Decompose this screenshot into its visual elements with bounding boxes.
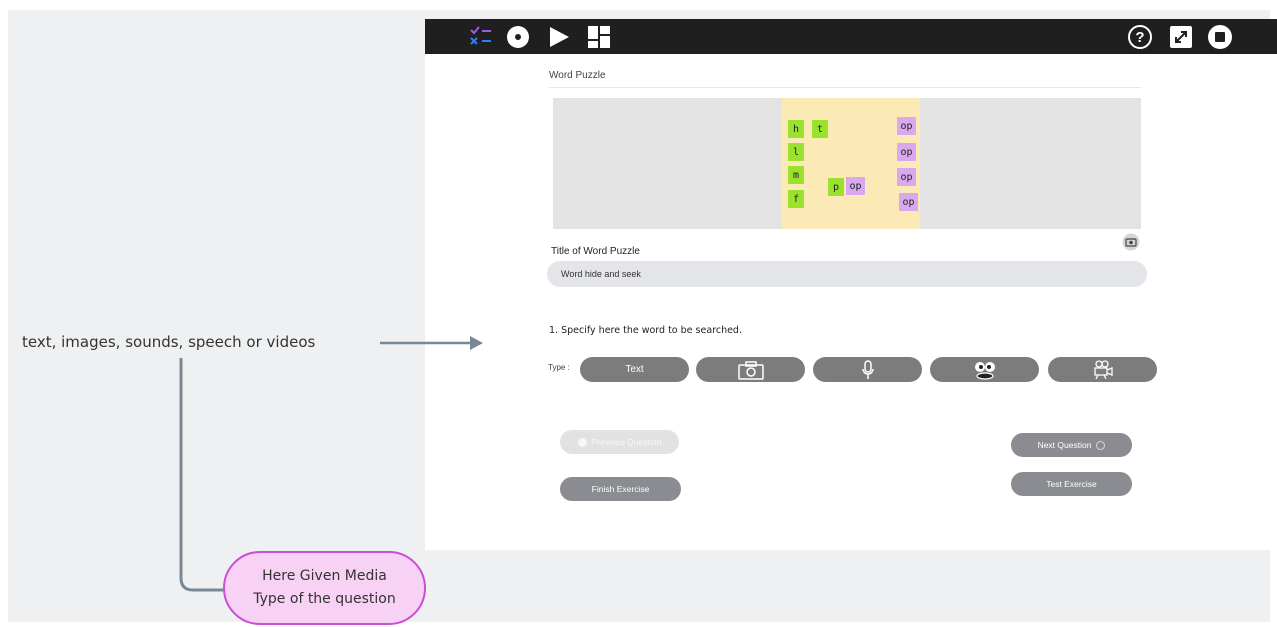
bubble-line-1: Here Given Media	[262, 568, 387, 584]
media-type-bubble: Here Given Media Type of the question	[223, 551, 426, 625]
arrow-head	[470, 336, 483, 350]
bubble-line-2: Type of the question	[253, 591, 396, 607]
annotation-connectors	[179, 336, 483, 592]
bubble-connector	[179, 358, 224, 592]
